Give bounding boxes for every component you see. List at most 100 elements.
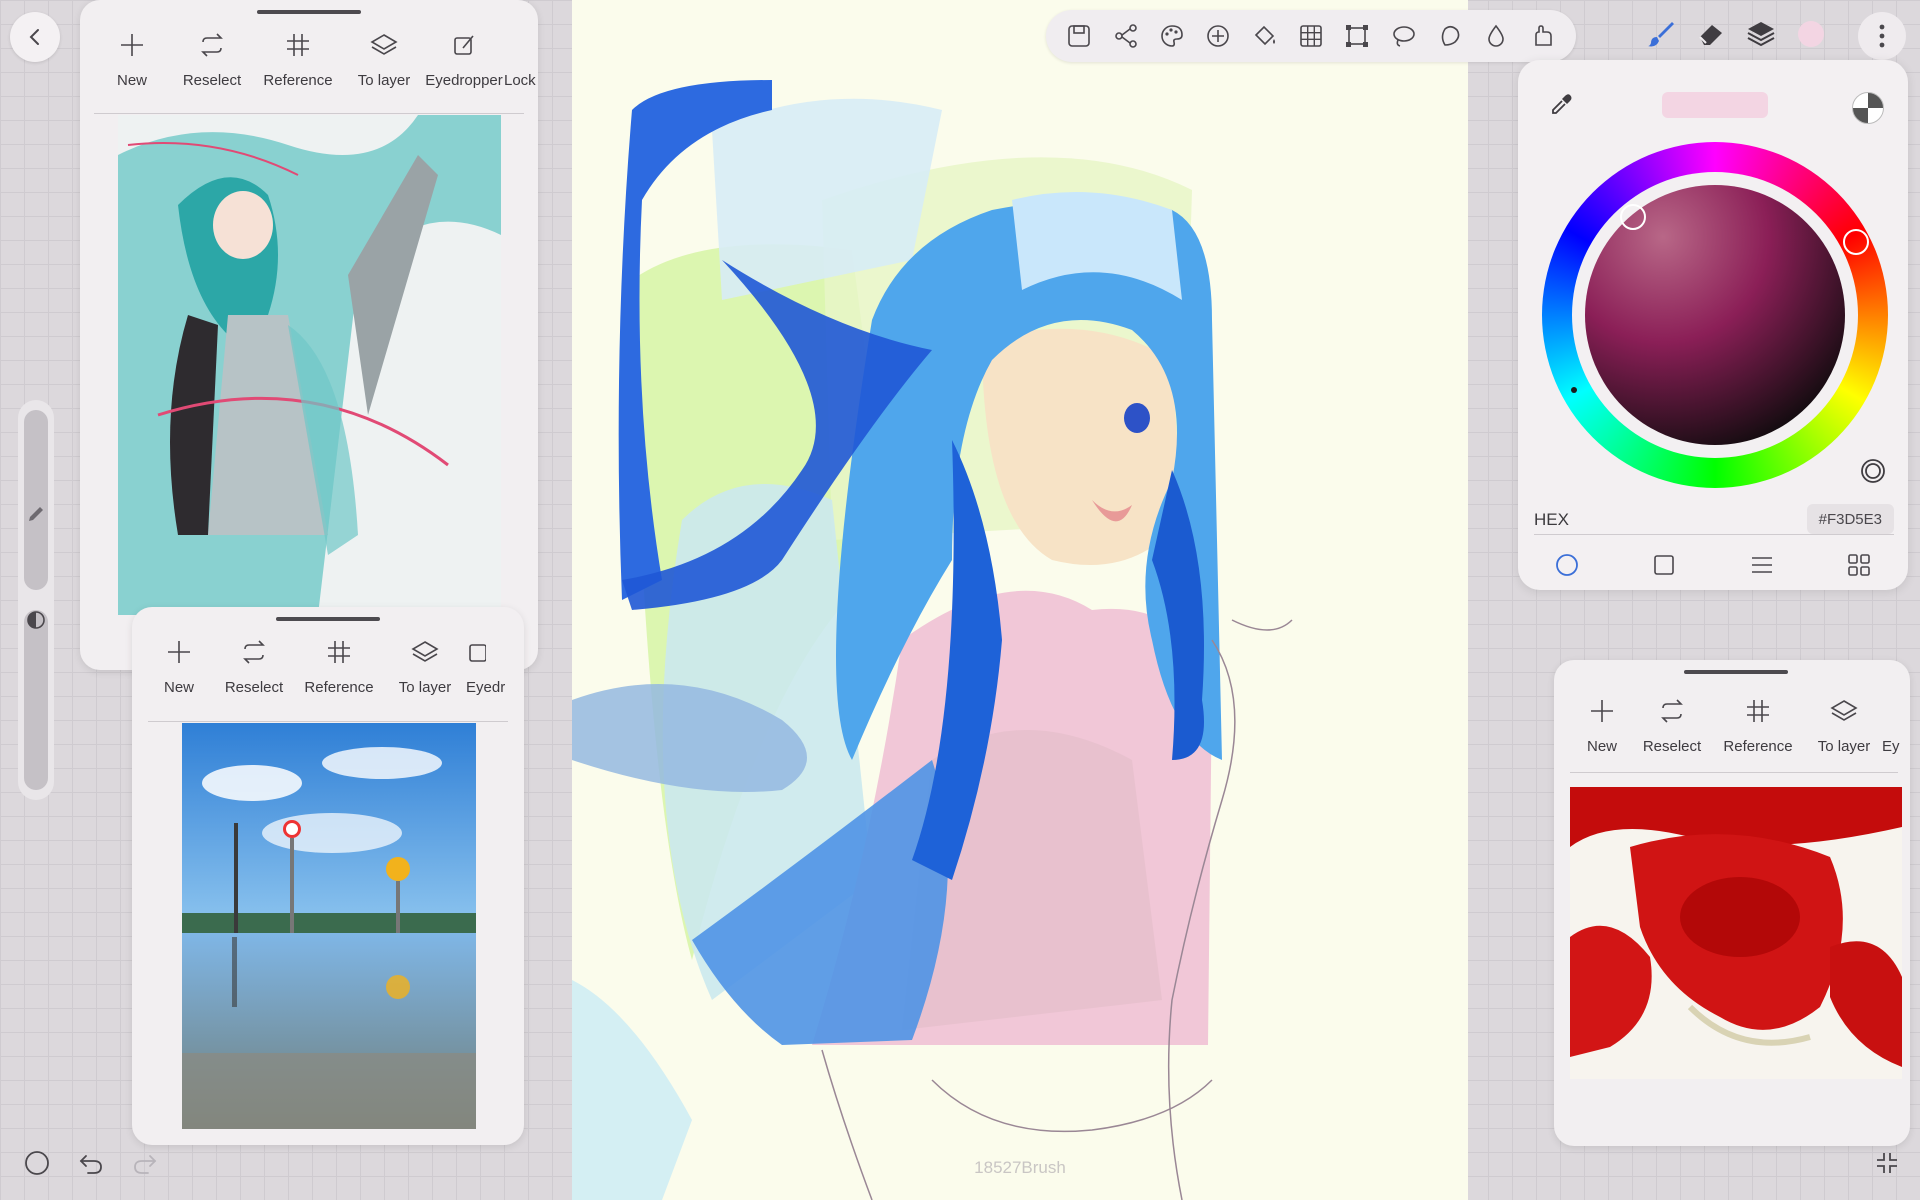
circle-icon xyxy=(24,1150,50,1176)
ref2-new-button[interactable]: New xyxy=(144,635,214,707)
color-mode-tabs xyxy=(1518,540,1908,590)
redo-button[interactable] xyxy=(128,1146,162,1180)
color-swatch-button[interactable] xyxy=(1790,12,1832,56)
undo-button[interactable] xyxy=(74,1146,108,1180)
ref3-eyedropper-button[interactable]: Ey xyxy=(1882,694,1906,766)
palette-grid-icon[interactable] xyxy=(1846,552,1872,578)
eyedropper-button[interactable] xyxy=(1550,92,1574,116)
ref2-to-layer-button[interactable]: To layer xyxy=(384,635,466,707)
tool-label: New xyxy=(1586,738,1617,755)
collapse-icon xyxy=(1874,1150,1900,1176)
drawing-canvas[interactable]: 18527Brush xyxy=(572,0,1468,1200)
ref1-lock-button[interactable]: Lock xyxy=(504,28,536,100)
more-menu-button[interactable] xyxy=(1858,12,1906,60)
current-color-preview[interactable] xyxy=(1662,92,1768,118)
ref2-reference-button[interactable]: Reference xyxy=(294,635,384,707)
blur-drop-icon[interactable] xyxy=(1478,18,1514,54)
hex-value-field[interactable]: #F3D5E3 xyxy=(1806,504,1894,534)
top-toolbar xyxy=(1046,10,1576,62)
ref2-eyedropper-button[interactable]: Eyedr xyxy=(466,635,510,707)
reference-panel-1[interactable]: New Reselect Reference To layer Eyedropp… xyxy=(80,0,538,670)
palette-icon[interactable] xyxy=(1154,18,1190,54)
ref2-reselect-button[interactable]: Reselect xyxy=(214,635,294,707)
tool-label: Reference xyxy=(263,72,333,89)
ref3-to-layer-button[interactable]: To layer xyxy=(1806,694,1882,766)
quick-menu-button[interactable] xyxy=(20,1146,54,1180)
ref3-reselect-button[interactable]: Reselect xyxy=(1634,694,1710,766)
eraser-tool-button[interactable] xyxy=(1690,12,1732,56)
plus-icon xyxy=(1589,694,1615,728)
panel-drag-handle[interactable] xyxy=(1684,670,1788,674)
color-history-icon[interactable] xyxy=(1860,458,1886,484)
layers-icon xyxy=(411,635,439,669)
transparent-color-icon[interactable] xyxy=(1852,92,1884,124)
panel-divider xyxy=(1534,534,1894,535)
brush-size-slider[interactable] xyxy=(24,410,48,590)
wheel-mode-icon[interactable] xyxy=(1554,552,1580,578)
collapse-ui-button[interactable] xyxy=(1870,1146,1904,1180)
panel-divider xyxy=(1570,772,1898,773)
add-circle-icon[interactable] xyxy=(1200,18,1236,54)
tool-label: To layer xyxy=(1817,738,1871,755)
tool-label: Lock xyxy=(504,72,536,89)
tool-label: Reselect xyxy=(1642,738,1702,755)
tool-label: New xyxy=(116,72,147,89)
reference-image-anime[interactable] xyxy=(118,115,501,615)
brush-watermark: 18527Brush xyxy=(974,1158,1066,1177)
pencil-icon xyxy=(26,504,46,524)
share-icon[interactable] xyxy=(1108,18,1144,54)
red-figure-photo xyxy=(1570,787,1902,1079)
reselect-icon xyxy=(199,28,225,62)
ref1-to-layer-button[interactable]: To layer xyxy=(344,28,424,100)
ref1-reselect-button[interactable]: Reselect xyxy=(172,28,252,100)
tool-label: Reference xyxy=(1723,738,1793,755)
panel-divider xyxy=(94,113,524,114)
slider-mode-icon[interactable] xyxy=(1749,552,1775,578)
color-swatch-icon xyxy=(1798,21,1824,47)
eyedropper-icon xyxy=(1550,92,1574,116)
layers-tool-button[interactable] xyxy=(1740,12,1782,56)
hex-label: HEX xyxy=(1534,510,1569,529)
panel-divider xyxy=(148,721,508,722)
fill-bucket-icon[interactable] xyxy=(1247,18,1283,54)
ref3-new-button[interactable]: New xyxy=(1570,694,1634,766)
tool-label: To layer xyxy=(357,72,411,89)
reselect-icon xyxy=(241,635,267,669)
square-mode-icon[interactable] xyxy=(1651,552,1677,578)
reference-panel-3[interactable]: New Reselect Reference To layer Ey xyxy=(1554,660,1910,1146)
reference-image-photo[interactable] xyxy=(182,723,476,1129)
opacity-icon xyxy=(26,610,46,630)
panel-drag-handle[interactable] xyxy=(257,10,361,14)
tool-label: Reference xyxy=(304,679,374,696)
anime-illustration xyxy=(118,115,501,615)
lasso-icon[interactable] xyxy=(1386,18,1422,54)
reselect-icon xyxy=(1659,694,1685,728)
ref3-reference-button[interactable]: Reference xyxy=(1710,694,1806,766)
back-button[interactable] xyxy=(10,12,60,62)
save-icon[interactable] xyxy=(1061,18,1097,54)
ref1-reference-button[interactable]: Reference xyxy=(252,28,344,100)
chevron-left-icon xyxy=(25,27,45,47)
brush-tool-button[interactable] xyxy=(1640,12,1682,56)
layers-icon xyxy=(370,28,398,62)
ref1-eyedropper-button[interactable]: Eyedropper xyxy=(424,28,504,100)
railway-photo xyxy=(182,723,476,1129)
panel-drag-handle[interactable] xyxy=(276,617,380,621)
grid-hash-icon xyxy=(326,635,352,669)
plus-icon xyxy=(119,28,145,62)
grid-hash-icon xyxy=(285,28,311,62)
shape-icon[interactable] xyxy=(1432,18,1468,54)
reference-panel-2[interactable]: New Reselect Reference To layer Eyedr xyxy=(132,607,524,1145)
smudge-icon[interactable] xyxy=(1525,18,1561,54)
edit-pen-icon xyxy=(466,635,486,669)
color-wheel[interactable] xyxy=(1542,142,1888,488)
transform-icon[interactable] xyxy=(1339,18,1375,54)
ref1-new-button[interactable]: New xyxy=(92,28,172,100)
reference-image-red[interactable] xyxy=(1570,787,1902,1079)
color-panel: HEX #F3D5E3 xyxy=(1518,60,1908,590)
primary-tools xyxy=(1640,12,1832,56)
grid-icon[interactable] xyxy=(1293,18,1329,54)
brush-opacity-slider[interactable] xyxy=(24,610,48,790)
history-controls xyxy=(20,1146,162,1180)
brush-icon xyxy=(1646,19,1676,49)
